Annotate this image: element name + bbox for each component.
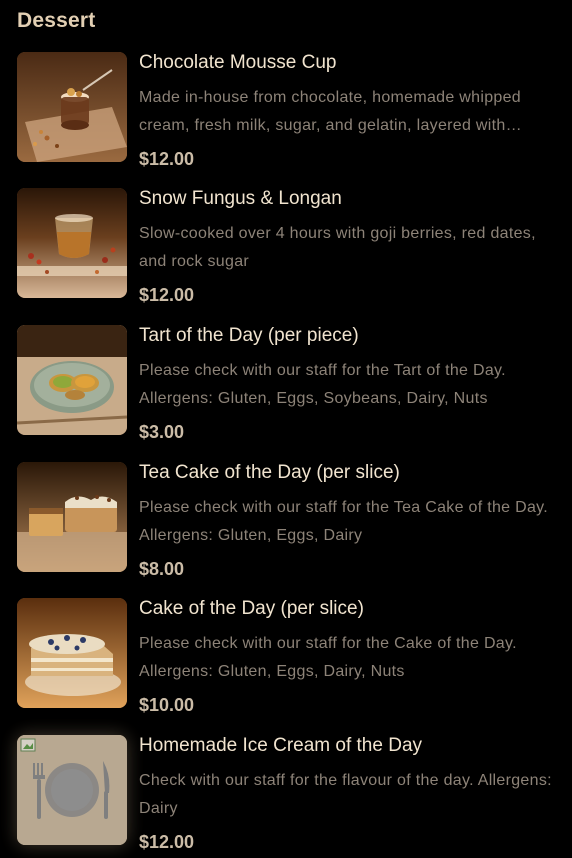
item-name[interactable]: Snow Fungus & Longan (139, 188, 342, 210)
item-price: $12.00 (139, 832, 195, 852)
item-image[interactable] (17, 325, 127, 435)
plate-fork-knife-placeholder-icon (17, 735, 127, 845)
menu-item[interactable]: Tea Cake of the Day (per slice) Please c… (0, 460, 572, 585)
item-name[interactable]: Tart of the Day (per piece) (139, 325, 359, 347)
chocolate-mousse-photo (17, 52, 127, 162)
item-description: Please check with our staff for the Cake… (139, 635, 517, 680)
tea-cake-photo (17, 462, 127, 572)
item-image[interactable] (17, 598, 127, 708)
item-image[interactable] (17, 735, 127, 845)
item-price: $10.00 (139, 695, 195, 715)
item-name[interactable]: Chocolate Mousse Cup (139, 52, 337, 74)
item-description: Made in-house from chocolate, homemade w… (139, 89, 522, 134)
menu-item[interactable]: Tart of the Day (per piece) Please check… (0, 323, 572, 448)
section-title: Dessert (17, 9, 96, 32)
item-name[interactable]: Cake of the Day (per slice) (139, 598, 364, 620)
menu-item[interactable]: Cake of the Day (per slice) Please check… (0, 596, 572, 721)
menu-item[interactable]: Homemade Ice Cream of the Day Check with… (0, 733, 572, 858)
item-description: Check with our staff for the flavour of … (139, 772, 552, 817)
item-image[interactable] (17, 52, 127, 162)
cake-photo (17, 598, 127, 708)
tart-photo (17, 325, 127, 435)
item-description: Please check with our staff for the Tart… (139, 362, 506, 407)
item-image[interactable] (17, 462, 127, 572)
menu-item[interactable]: Snow Fungus & Longan Slow-cooked over 4 … (0, 186, 572, 311)
item-description: Slow-cooked over 4 hours with goji berri… (139, 225, 536, 270)
item-price: $8.00 (139, 559, 185, 579)
item-price: $12.00 (139, 149, 195, 169)
snow-fungus-photo (17, 188, 127, 298)
item-image[interactable] (17, 188, 127, 298)
item-name[interactable]: Homemade Ice Cream of the Day (139, 735, 422, 757)
item-description: Please check with our staff for the Tea … (139, 499, 549, 544)
item-price: $3.00 (139, 422, 185, 442)
menu-item[interactable]: Chocolate Mousse Cup Made in-house from … (0, 50, 572, 175)
item-name[interactable]: Tea Cake of the Day (per slice) (139, 462, 400, 484)
item-price: $12.00 (139, 285, 195, 305)
